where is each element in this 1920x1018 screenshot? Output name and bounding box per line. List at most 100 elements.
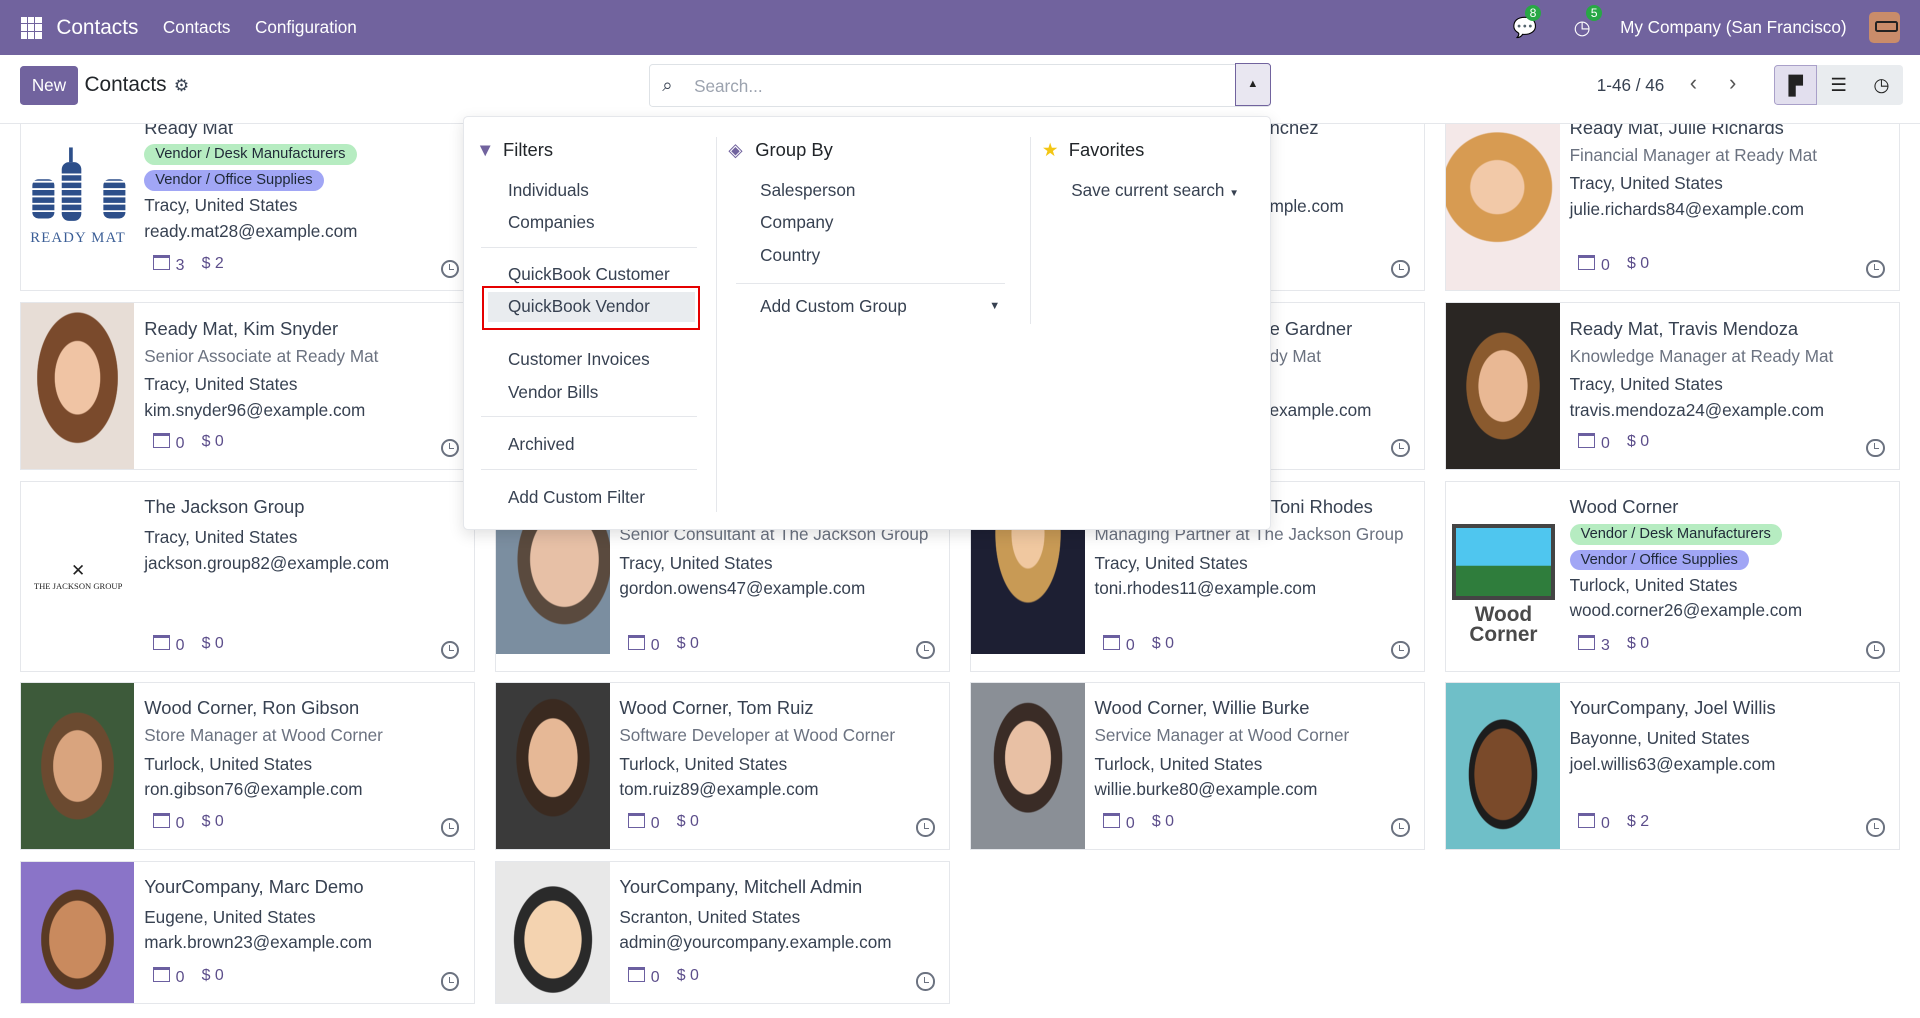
layers-icon: ◈: [728, 139, 743, 161]
activity-clock-icon[interactable]: [1866, 259, 1885, 279]
meetings-count[interactable]: 0: [153, 967, 185, 987]
add-custom-group-select[interactable]: Add Custom Group ▼: [760, 296, 1000, 317]
sales-amount[interactable]: $ 2: [1627, 813, 1649, 833]
meetings-count[interactable]: 0: [1578, 813, 1610, 833]
contact-photo: [970, 683, 1085, 849]
groupby-company[interactable]: Company: [760, 212, 833, 233]
groupby-country[interactable]: Country: [760, 245, 820, 266]
meetings-count[interactable]: 0: [153, 813, 185, 833]
filter-archived[interactable]: Archived: [508, 434, 575, 455]
contact-card[interactable]: YourCompany, Joel Willis Bayonne, United…: [1444, 682, 1901, 850]
user-avatar[interactable]: [1868, 11, 1901, 44]
tag-desk-manufacturers: Vendor / Desk Manufacturers: [1569, 523, 1782, 545]
activity-clock-icon[interactable]: [1391, 818, 1410, 837]
contact-card[interactable]: Wood Corner, Tom Ruiz Software Developer…: [494, 682, 951, 850]
sales-amount[interactable]: $ 0: [677, 967, 699, 987]
activity-clock-icon[interactable]: [1866, 640, 1885, 659]
meetings-count[interactable]: 0: [153, 635, 185, 655]
contact-card[interactable]: Ready Mat, Kim Snyder Senior Associate a…: [19, 302, 476, 471]
new-button[interactable]: New: [19, 66, 79, 106]
activity-clock-icon[interactable]: [441, 972, 460, 991]
app-grid-icon[interactable]: [20, 16, 43, 39]
contact-card[interactable]: YourCompany, Mitchell Admin Scranton, Un…: [494, 860, 951, 1005]
meetings-count[interactable]: 0: [628, 813, 660, 833]
meetings-count[interactable]: 3: [153, 255, 185, 275]
sales-amount[interactable]: $ 0: [1627, 433, 1649, 453]
activity-clock-icon[interactable]: [916, 972, 935, 991]
meetings-count[interactable]: 0: [153, 433, 185, 453]
meetings-count[interactable]: 0: [628, 967, 660, 987]
activity-clock-icon[interactable]: [916, 640, 935, 659]
filter-companies[interactable]: Companies: [508, 212, 595, 233]
contact-photo: [20, 861, 135, 1004]
filter-quickbook-customer[interactable]: QuickBook Customer: [508, 264, 670, 285]
contact-email: willie.burke80@example.com: [1094, 779, 1318, 800]
pager-prev-icon[interactable]: ‹: [1690, 70, 1697, 96]
menu-configuration[interactable]: Configuration: [255, 17, 357, 38]
filters-panel: ▼ Filters Individuals Companies QuickBook…: [464, 117, 716, 529]
kanban-view-button[interactable]: ▛: [1774, 64, 1818, 106]
activity-clock-icon[interactable]: [1866, 438, 1885, 457]
contact-card[interactable]: Wood Corner, Willie Burke Service Manage…: [969, 682, 1426, 850]
activity-clock-icon[interactable]: [441, 640, 460, 659]
contact-card[interactable]: YourCompany, Marc Demo Eugene, United St…: [19, 860, 476, 1005]
activity-clock-icon[interactable]: [1391, 640, 1410, 659]
search-options-toggle[interactable]: ▲: [1234, 63, 1272, 107]
activity-view-button[interactable]: ◷: [1859, 64, 1903, 106]
meetings-count[interactable]: 0: [1103, 813, 1135, 833]
contact-card[interactable]: Wood Corner Wood Corner Vendor / Desk Ma…: [1444, 481, 1901, 673]
activity-clock-icon[interactable]: [441, 438, 460, 457]
activity-clock-icon[interactable]: [1866, 818, 1885, 837]
contact-card[interactable]: Ready Mat, Travis Mendoza Knowledge Mana…: [1444, 302, 1901, 471]
search-input[interactable]: ⌕ Search... ▲: [648, 63, 1272, 107]
pager-next-icon[interactable]: ›: [1729, 70, 1736, 96]
contact-card[interactable]: Wood Corner, Ron Gibson Store Manager at…: [19, 682, 476, 850]
sales-amount[interactable]: $ 0: [1627, 255, 1649, 275]
sales-amount[interactable]: $ 0: [202, 635, 224, 655]
filter-vendor-bills[interactable]: Vendor Bills: [508, 382, 598, 403]
sales-amount[interactable]: $ 0: [1152, 813, 1174, 833]
activity-clock-icon[interactable]: [441, 259, 460, 279]
activity-clock-icon[interactable]: [916, 818, 935, 837]
activities-button[interactable]: ◷ 5: [1574, 4, 1603, 40]
company-switcher[interactable]: My Company (San Francisco): [1620, 17, 1847, 38]
sales-amount[interactable]: $ 0: [677, 813, 699, 833]
contact-email: joel.willis63@example.com: [1569, 753, 1776, 774]
list-view-button[interactable]: ☰: [1817, 64, 1860, 106]
tag-desk-manufacturers: Vendor / Desk Manufacturers: [144, 144, 357, 166]
sales-amount[interactable]: $ 2: [202, 255, 224, 275]
groupby-salesperson[interactable]: Salesperson: [760, 180, 855, 201]
menu-contacts[interactable]: Contacts: [163, 17, 231, 38]
sales-amount[interactable]: $ 0: [1627, 635, 1649, 655]
pager-value[interactable]: 1-46 / 46: [1597, 75, 1665, 96]
sales-amount[interactable]: $ 0: [202, 967, 224, 987]
contact-name: Ready Mat, Julie Richards: [1569, 123, 1784, 138]
gear-icon[interactable]: ⚙: [174, 75, 189, 96]
sales-amount[interactable]: $ 0: [202, 433, 224, 453]
activity-clock-icon[interactable]: [441, 818, 460, 837]
sales-amount[interactable]: $ 0: [202, 813, 224, 833]
contact-card[interactable]: Ready Mat, Julie Richards Financial Mana…: [1444, 123, 1901, 292]
filter-customer-invoices[interactable]: Customer Invoices: [508, 349, 650, 370]
contact-name: Ready Mat, Kim Snyder: [144, 317, 339, 339]
app-name[interactable]: Contacts: [56, 16, 138, 40]
save-current-search[interactable]: Save current search ▼: [1071, 180, 1239, 201]
meetings-count[interactable]: 0: [1578, 255, 1610, 275]
activity-clock-icon[interactable]: [1391, 438, 1410, 457]
sales-amount[interactable]: $ 0: [677, 635, 699, 655]
meetings-count[interactable]: 0: [1103, 635, 1135, 655]
meetings-count[interactable]: 3: [1578, 635, 1610, 655]
filter-individuals[interactable]: Individuals: [508, 180, 589, 201]
contact-card[interactable]: ✕ THE JACKSON GROUP The Jackson Group Tra…: [19, 481, 476, 673]
sales-amount[interactable]: $ 0: [1152, 635, 1174, 655]
contact-email: jackson.group82@example.com: [144, 552, 390, 573]
contact-title: Knowledge Manager at Ready Mat: [1569, 345, 1834, 366]
meetings-count[interactable]: 0: [628, 635, 660, 655]
meetings-count[interactable]: 0: [1578, 433, 1610, 453]
filter-quickbook-vendor[interactable]: QuickBook Vendor: [508, 296, 650, 317]
ready-mat-logo: READY MAT: [25, 145, 131, 247]
messages-button[interactable]: 💬 8: [1513, 4, 1542, 40]
activity-clock-icon[interactable]: [1391, 259, 1410, 279]
add-custom-filter[interactable]: Add Custom Filter: [508, 487, 645, 508]
contact-card[interactable]: READY MAT Ready Mat Vendor / Desk Manufa…: [19, 123, 476, 292]
